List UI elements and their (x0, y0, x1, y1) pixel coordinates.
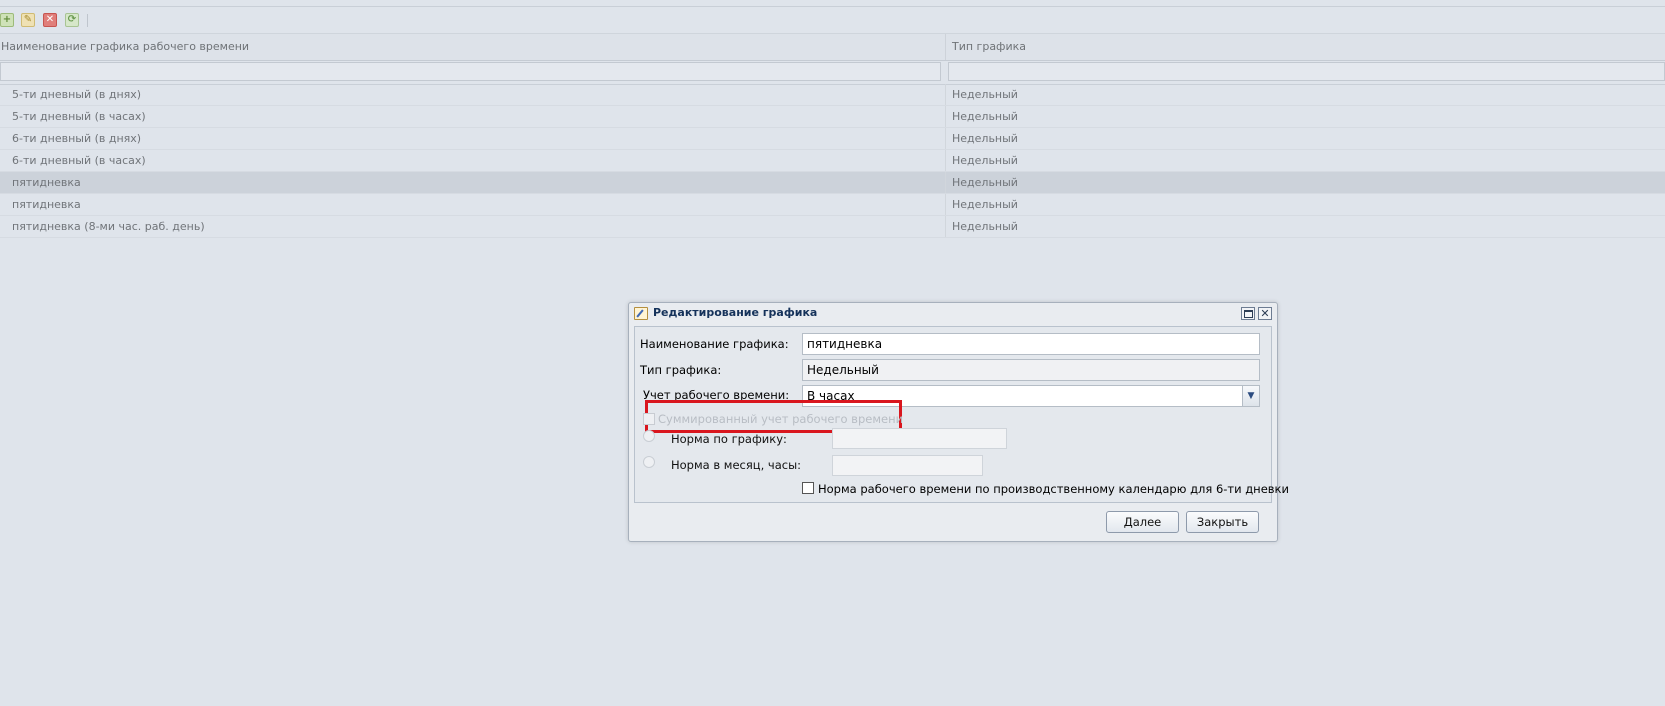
cell-name: 6-ти дневный (в днях) (12, 132, 142, 145)
calendar-norm-checkbox[interactable] (802, 482, 814, 494)
table-row-selected[interactable]: пятидневка Недельный (0, 172, 1665, 194)
cell-name: пятидневка (12, 198, 81, 211)
cell-type: Недельный (945, 84, 1018, 105)
norm-month-label: Норма в месяц, часы: (671, 458, 802, 472)
norm-schedule-radio[interactable] (643, 430, 655, 442)
next-button[interactable]: Далее (1106, 511, 1179, 533)
filter-type-input[interactable] (948, 62, 1665, 81)
norm-month-field[interactable] (832, 455, 983, 476)
cell-type: Недельный (945, 128, 1018, 149)
cell-name: пятидневка (8-ми час. раб. день) (12, 220, 205, 233)
norm-month-radio[interactable] (643, 456, 655, 468)
cell-type: Недельный (945, 172, 1018, 193)
toolbar-separator (87, 14, 88, 27)
dialog-title: Редактирование графика (653, 306, 818, 319)
schedule-type-label: Тип графика: (640, 363, 722, 377)
delete-icon[interactable]: ✕ (43, 13, 57, 27)
cell-type: Недельный (945, 150, 1018, 171)
column-header-name[interactable]: Наименование графика рабочего времени (1, 34, 941, 60)
cell-name: 6-ти дневный (в часах) (12, 154, 146, 167)
norm-schedule-label: Норма по графику: (671, 432, 787, 446)
add-icon[interactable]: + (0, 13, 14, 27)
schedule-name-label: Наименование графика: (640, 337, 789, 351)
chevron-down-icon[interactable]: ▼ (1242, 386, 1259, 406)
dialog-header[interactable]: Редактирование графика ✕ (629, 303, 1277, 325)
table-row[interactable]: 5-ти дневный (в днях) Недельный (0, 84, 1665, 106)
cell-name: пятидневка (12, 176, 81, 189)
cell-type: Недельный (945, 194, 1018, 215)
dialog-form: Наименование графика: пятидневка Тип гра… (634, 326, 1289, 503)
edit-schedule-dialog: Редактирование графика ✕ Наименование гр… (628, 302, 1289, 542)
cell-name: 5-ти дневный (в днях) (12, 88, 142, 101)
top-divider (0, 6, 1665, 7)
edit-window-icon (634, 307, 648, 320)
norm-schedule-field[interactable] (832, 428, 1007, 449)
schedule-name-field[interactable]: пятидневка (802, 333, 1260, 355)
refresh-icon[interactable]: ⟳ (65, 13, 79, 27)
cell-name: 5-ти дневный (в часах) (12, 110, 146, 123)
table-row[interactable]: пятидневка (8-ми час. раб. день) Недельн… (0, 216, 1665, 238)
close-icon[interactable]: ✕ (1258, 307, 1272, 320)
filter-row (0, 60, 1665, 85)
calendar-norm-label: Норма рабочего времени по производственн… (818, 482, 1289, 496)
cell-type: Недельный (945, 106, 1018, 127)
maximize-icon[interactable] (1241, 307, 1255, 320)
grid-body: 5-ти дневный (в днях) Недельный 5-ти дне… (0, 84, 1665, 238)
column-header-type[interactable]: Тип графика (945, 34, 1665, 60)
summed-accounting-label: Суммированный учет рабочего времени (658, 412, 904, 426)
table-row[interactable]: 6-ти дневный (в днях) Недельный (0, 128, 1665, 150)
edit-icon[interactable]: ✎ (21, 13, 35, 27)
filter-name-input[interactable] (0, 62, 941, 81)
grid-toolbar: + ✎ ✕ ⟳ (0, 12, 1665, 30)
cell-type: Недельный (945, 216, 1018, 237)
table-row[interactable]: пятидневка Недельный (0, 194, 1665, 216)
table-row[interactable]: 6-ти дневный (в часах) Недельный (0, 150, 1665, 172)
schedule-type-field: Недельный (802, 359, 1260, 381)
table-row[interactable]: 5-ти дневный (в часах) Недельный (0, 106, 1665, 128)
summed-accounting-checkbox[interactable] (643, 413, 655, 425)
close-button[interactable]: Закрыть (1186, 511, 1259, 533)
grid-header: Наименование графика рабочего времени Ти… (0, 33, 1665, 61)
